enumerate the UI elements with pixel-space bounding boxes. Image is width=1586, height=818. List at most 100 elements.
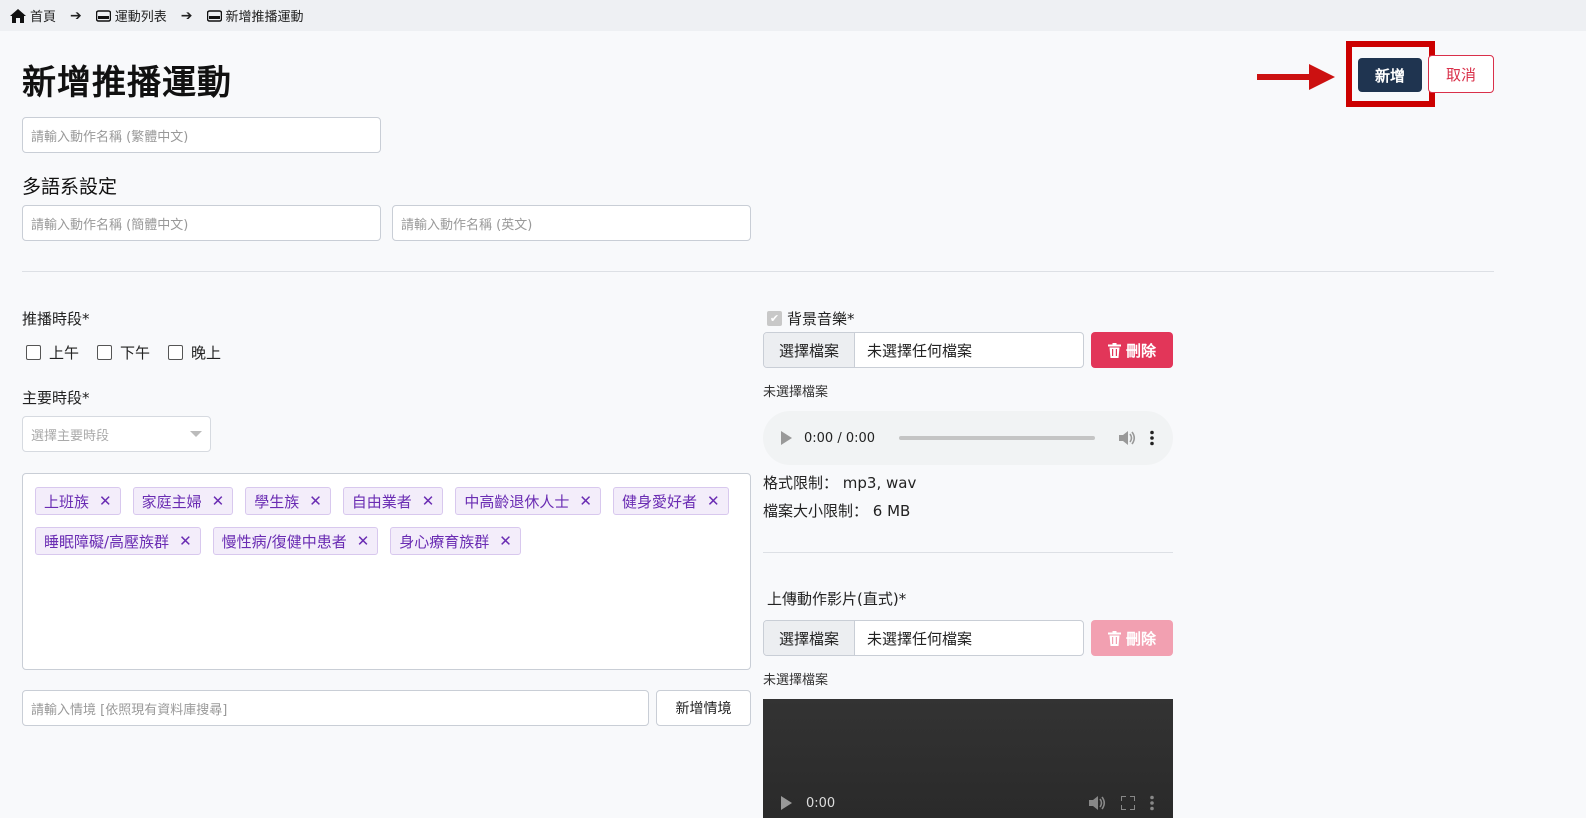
bg-music-label-row: ✔ 背景音樂* xyxy=(767,308,855,329)
bg-music-delete-label: 刪除 xyxy=(1125,341,1156,360)
home-icon xyxy=(10,8,26,23)
push-time-options: 上午 下午 晚上 xyxy=(26,342,221,363)
video-player[interactable]: 0:00 xyxy=(763,699,1173,818)
tag-label: 學生族 xyxy=(254,492,300,511)
tag-label: 身心療育族群 xyxy=(399,532,490,551)
tag-box[interactable]: 上班族 ✕ 家庭主婦 ✕ 學生族 ✕ 自由業者 ✕ 中高齡退休人士 ✕ 健身愛好者 ✕ 睡眠… xyxy=(22,473,751,670)
close-icon[interactable]: ✕ xyxy=(579,492,592,510)
page-title: 新增推播運動 xyxy=(22,63,232,103)
name-simplified-input[interactable]: 請輸入動作名稱 (簡體中文) xyxy=(22,205,381,241)
close-icon[interactable]: ✕ xyxy=(212,492,225,510)
tag-label: 中高齡退休人士 xyxy=(464,492,570,511)
arrow-right-icon: ➔ xyxy=(70,7,82,24)
bg-music-size-limit: 檔案大小限制： 6 MB xyxy=(763,502,911,520)
push-time-evening[interactable]: 晚上 xyxy=(168,342,221,363)
more-options-icon[interactable] xyxy=(1149,430,1155,446)
trash-icon xyxy=(1107,342,1121,358)
push-time-label: 推播時段* xyxy=(22,310,90,328)
add-context-button[interactable]: 新增情境 xyxy=(656,690,751,726)
tag-item: 上班族 ✕ xyxy=(35,487,121,515)
trash-icon xyxy=(1107,630,1121,646)
tag-label: 睡眠障礙/高壓族群 xyxy=(44,532,170,551)
fullscreen-icon[interactable] xyxy=(1121,796,1135,810)
tag-item: 中高齡退休人士 ✕ xyxy=(455,487,601,515)
checkbox-checked-icon: ✔ xyxy=(767,311,782,326)
video-file-input[interactable]: 選擇檔案 未選擇任何檔案 xyxy=(763,620,1084,656)
audio-progress-track[interactable] xyxy=(899,436,1095,440)
breadcrumb-list-label: 運動列表 xyxy=(114,10,167,25)
video-choose-button[interactable]: 選擇檔案 xyxy=(764,621,855,655)
hdd-icon xyxy=(206,9,222,22)
arrow-annotation-icon xyxy=(1257,64,1335,90)
tag-item: 睡眠障礙/高壓族群 ✕ xyxy=(35,527,201,555)
bg-music-status: 未選擇檔案 xyxy=(763,385,829,400)
video-label: 上傳動作影片(直式)* xyxy=(767,590,907,608)
video-delete-label: 刪除 xyxy=(1125,629,1156,648)
name-traditional-input[interactable]: 請輸入動作名稱 (繁體中文) xyxy=(22,117,381,153)
push-time-evening-label: 晚上 xyxy=(191,344,222,362)
breadcrumb-current-label: 新增推播運動 xyxy=(225,10,304,25)
tag-label: 自由業者 xyxy=(351,492,412,511)
close-icon[interactable]: ✕ xyxy=(99,492,112,510)
video-controls: 0:00 xyxy=(763,788,1173,818)
bg-music-format-limit: 格式限制： mp3, wav xyxy=(763,474,917,492)
chevron-down-icon xyxy=(190,431,202,437)
bg-music-file-input[interactable]: 選擇檔案 未選擇任何檔案 xyxy=(763,332,1084,368)
bg-music-file-name: 未選擇任何檔案 xyxy=(867,341,973,360)
tag-item: 健身愛好者 ✕ xyxy=(612,487,729,515)
close-icon[interactable]: ✕ xyxy=(707,492,720,510)
close-icon[interactable]: ✕ xyxy=(179,532,192,550)
push-time-morning-label: 上午 xyxy=(49,344,80,362)
video-delete-button[interactable]: 刪除 xyxy=(1091,620,1173,656)
volume-icon[interactable] xyxy=(1119,430,1137,446)
close-icon[interactable]: ✕ xyxy=(357,532,370,550)
close-icon[interactable]: ✕ xyxy=(499,532,512,550)
checkbox[interactable] xyxy=(97,345,113,360)
add-button[interactable]: 新增 xyxy=(1358,58,1422,92)
push-time-afternoon-label: 下午 xyxy=(120,344,151,362)
tag-label: 健身愛好者 xyxy=(621,492,697,511)
multilang-title: 多語系設定 xyxy=(22,176,118,198)
video-status: 未選擇檔案 xyxy=(763,673,829,688)
audio-player[interactable]: 0:00 / 0:00 xyxy=(763,411,1173,465)
divider xyxy=(22,271,1494,272)
volume-icon[interactable] xyxy=(1089,795,1107,811)
tag-label: 家庭主婦 xyxy=(141,492,202,511)
breadcrumb-home-label: 首頁 xyxy=(30,10,57,25)
hdd-icon xyxy=(95,9,111,22)
context-input[interactable]: 請輸入情境 [依照現有資料庫搜尋] xyxy=(22,690,649,726)
tag-item: 學生族 ✕ xyxy=(245,487,331,515)
bg-music-choose-button[interactable]: 選擇檔案 xyxy=(764,333,855,367)
main-time-select[interactable]: 選擇主要時段 xyxy=(22,416,211,452)
tag-item: 自由業者 ✕ xyxy=(342,487,444,515)
divider xyxy=(763,552,1173,553)
checkbox[interactable] xyxy=(26,345,41,360)
main-time-label: 主要時段* xyxy=(22,389,90,407)
name-english-input[interactable]: 請輸入動作名稱 (英文) xyxy=(392,205,751,241)
play-icon[interactable] xyxy=(781,796,792,810)
main-time-placeholder: 選擇主要時段 xyxy=(31,428,110,444)
breadcrumb-current: 新增推播運動 xyxy=(206,6,304,25)
tag-item: 家庭主婦 ✕ xyxy=(132,487,234,515)
audio-time: 0:00 / 0:00 xyxy=(804,430,876,446)
arrow-right-icon: ➔ xyxy=(180,7,193,24)
tag-item: 身心療育族群 ✕ xyxy=(390,527,521,555)
tag-label: 上班族 xyxy=(44,492,90,511)
close-icon[interactable]: ✕ xyxy=(309,492,322,510)
breadcrumb: 首頁 ➔ 運動列表 ➔ 新增推播運動 xyxy=(0,0,1586,31)
video-file-name: 未選擇任何檔案 xyxy=(867,629,973,648)
bg-music-label: 背景音樂* xyxy=(787,310,855,328)
breadcrumb-home[interactable]: 首頁 xyxy=(10,6,56,25)
bg-music-delete-button[interactable]: 刪除 xyxy=(1091,332,1173,368)
more-options-icon[interactable] xyxy=(1149,795,1155,811)
tag-label: 慢性病/復健中患者 xyxy=(221,532,347,551)
play-icon[interactable] xyxy=(781,431,792,445)
push-time-morning[interactable]: 上午 xyxy=(26,342,79,363)
video-time: 0:00 xyxy=(806,795,836,811)
checkbox[interactable] xyxy=(168,345,184,360)
breadcrumb-list[interactable]: 運動列表 xyxy=(95,6,167,25)
cancel-button[interactable]: 取消 xyxy=(1428,55,1494,93)
push-time-afternoon[interactable]: 下午 xyxy=(97,342,150,363)
tag-item: 慢性病/復健中患者 ✕ xyxy=(212,527,379,555)
close-icon[interactable]: ✕ xyxy=(422,492,435,510)
